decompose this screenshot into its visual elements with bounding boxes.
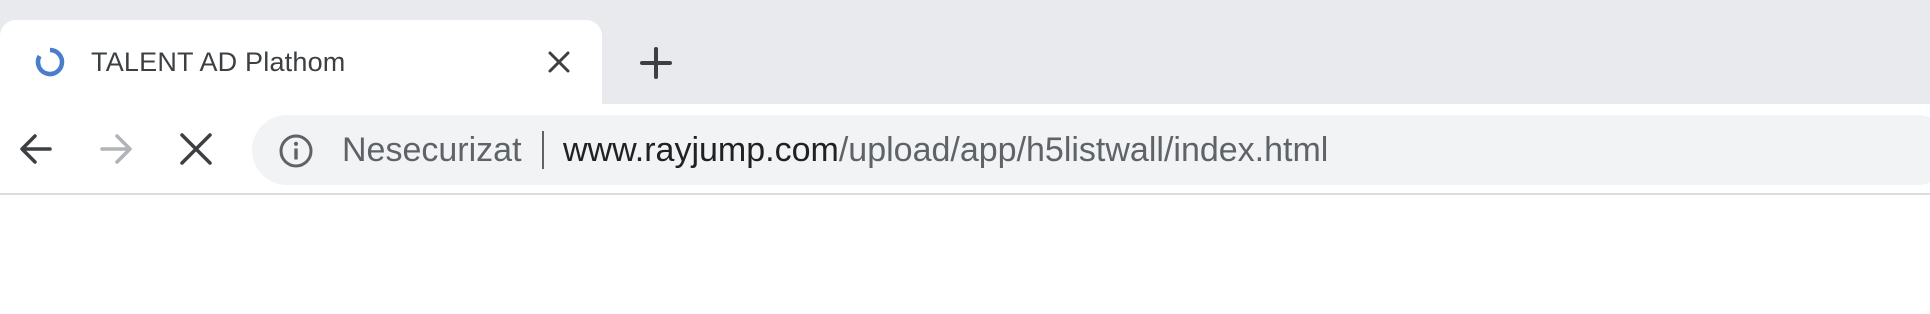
loading-spinner-icon [35, 47, 65, 77]
url-host: www.rayjump.com [563, 131, 839, 169]
tab-active[interactable]: TALENT AD Plathom [0, 20, 602, 104]
address-bar[interactable]: Nesecurizat www.rayjump.com/upload/app/h… [252, 115, 1930, 185]
info-icon[interactable] [278, 133, 314, 169]
plus-icon[interactable] [637, 44, 675, 82]
url-path: /upload/app/h5listwall/index.html [838, 131, 1329, 169]
url-text[interactable]: www.rayjump.com/upload/app/h5listwall/in… [563, 115, 1328, 185]
separator [542, 131, 544, 169]
close-icon[interactable] [175, 128, 217, 170]
browser-toolbar: Nesecurizat www.rayjump.com/upload/app/h… [0, 104, 1930, 195]
close-icon[interactable] [546, 49, 572, 75]
tab-title: TALENT AD Plathom [91, 47, 346, 77]
arrow-left-icon[interactable] [15, 128, 57, 170]
tab-strip: TALENT AD Plathom [0, 0, 1930, 104]
security-status-label[interactable]: Nesecurizat [342, 115, 522, 185]
arrow-right-icon[interactable] [95, 128, 137, 170]
